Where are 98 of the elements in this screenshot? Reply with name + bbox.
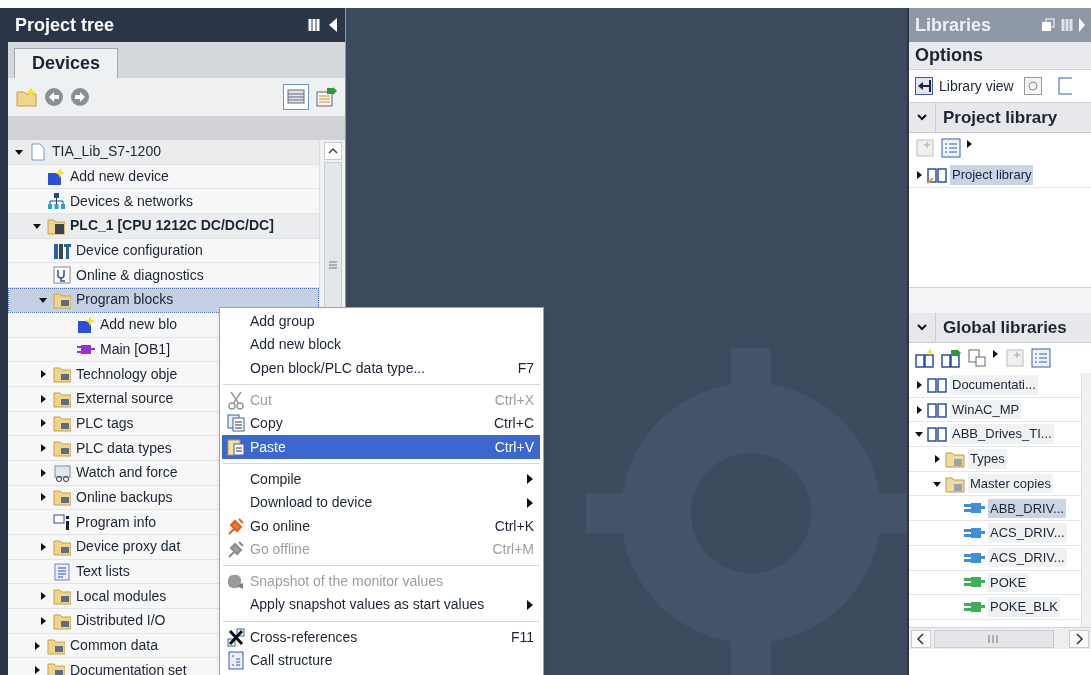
menu-item[interactable]: Copy Ctrl+C — [222, 412, 540, 436]
collapse-left-icon — [328, 17, 338, 33]
tree-item[interactable]: Device proxy dat — [76, 536, 181, 558]
folder-icon — [53, 414, 71, 433]
book-arrow-icon — [941, 348, 961, 368]
list-view-icon — [1031, 348, 1051, 368]
columns-icon — [308, 18, 320, 32]
folder-icon — [47, 636, 65, 655]
tree-item[interactable]: Add new blo — [100, 314, 178, 336]
menu-item[interactable]: Compile — [222, 467, 540, 492]
book-icon — [927, 425, 947, 444]
tree-item[interactable]: ACS_DRIV... — [988, 523, 1067, 543]
clipboard-icon — [227, 437, 245, 457]
table-view-icon — [283, 84, 309, 110]
menu-item[interactable]: Download to device — [222, 491, 540, 515]
new-library-icon — [1005, 348, 1025, 368]
folder-icon — [945, 474, 965, 493]
menu-item[interactable]: Add group — [222, 310, 540, 334]
document-icon — [29, 142, 47, 161]
block-sparkle-icon — [47, 167, 65, 186]
tree-item[interactable]: WinAC_MP — [950, 399, 1022, 420]
folder-icon — [53, 365, 71, 384]
menu-item[interactable]: Open block/PLC data type... F7 — [222, 356, 540, 380]
book-icon — [927, 165, 947, 184]
panel-icon — [1057, 77, 1072, 95]
stethoscope-icon — [53, 266, 71, 285]
new-library-icon — [915, 138, 935, 158]
book-icon — [927, 400, 947, 419]
menu-item[interactable]: Call structure — [222, 648, 540, 673]
call-structure-icon — [227, 651, 245, 670]
tree-item[interactable]: Master copies — [968, 473, 1053, 494]
section-header[interactable]: Global libraries — [909, 313, 1091, 343]
tree-item[interactable]: Main [OB1] — [100, 338, 171, 360]
panel-title: Project tree — [15, 13, 115, 37]
tree-item[interactable]: ACS_DRIV... — [988, 547, 1067, 568]
tree-item[interactable]: PLC data types — [76, 437, 172, 459]
arrow-left-box-icon — [915, 77, 933, 95]
grip-icon — [934, 629, 1054, 648]
tree-item[interactable]: POKE — [988, 572, 1029, 593]
menu-item[interactable]: Cross-references F11 — [222, 625, 540, 649]
folder-icon — [53, 488, 71, 507]
list-view-icon — [941, 138, 961, 158]
folder-icon — [53, 290, 71, 309]
tree-item[interactable]: ABB_Drives_TI... — [950, 424, 1054, 444]
plug-icon — [227, 516, 245, 536]
tree-row[interactable]: Program blocks — [8, 288, 319, 313]
menu-item[interactable]: Paste Ctrl+V — [222, 435, 540, 459]
scrollbar[interactable] — [1081, 373, 1091, 627]
scrollbar[interactable] — [909, 627, 1091, 649]
tree-item[interactable]: POKE_BLK — [988, 597, 1060, 617]
tree-item[interactable]: Text lists — [76, 561, 130, 583]
menu-item[interactable]: Go online Ctrl+K — [222, 514, 540, 538]
copy-icon — [227, 414, 245, 434]
table-export-icon — [315, 86, 337, 108]
tree-item[interactable]: PLC tags — [76, 412, 134, 434]
tree-item[interactable]: Technology obje — [76, 363, 178, 385]
folder-icon — [47, 661, 65, 675]
folder-icon — [53, 537, 71, 556]
options-header: Options — [909, 42, 1091, 70]
folder-sparkle-icon — [16, 87, 38, 107]
grip-icon — [327, 261, 338, 269]
expand-right-icon — [1079, 17, 1085, 33]
columns-icon — [1061, 18, 1073, 32]
section-header[interactable]: Project library — [909, 103, 1091, 133]
tree-item[interactable]: External source — [76, 388, 174, 410]
library-view-button[interactable]: Library view — [915, 75, 1014, 97]
book-sparkle-icon — [915, 348, 935, 368]
info-icon — [53, 513, 71, 532]
block-sparkle-icon — [77, 315, 95, 334]
tree-item[interactable]: Online backups — [76, 486, 173, 508]
book-icon — [927, 375, 947, 394]
device-wrench-icon — [53, 241, 71, 260]
tree-item[interactable]: Program info — [76, 511, 157, 533]
text-list-icon — [53, 562, 71, 581]
tree-item[interactable]: Types — [968, 449, 1007, 469]
devices-tab[interactable]: Devices — [14, 48, 119, 78]
glasses-table-icon — [53, 463, 71, 482]
folder-icon — [53, 439, 71, 458]
menu-arrow-icon — [967, 139, 973, 149]
splitter-bar[interactable] — [909, 287, 1091, 313]
network-icon — [47, 192, 65, 211]
menu-item[interactable]: Apply snapshot values as start values — [222, 593, 540, 617]
menu-arrow-icon — [993, 349, 999, 359]
scroll-left-icon — [911, 629, 931, 648]
menu-item[interactable]: Add new block — [222, 333, 540, 357]
tree-item[interactable]: Project library — [950, 165, 1034, 185]
folder-icon — [53, 611, 71, 630]
tree-item[interactable]: ABB_DRIV... — [988, 498, 1066, 519]
folder-icon — [53, 389, 71, 408]
scissors-icon — [227, 391, 245, 411]
folder-icon — [945, 449, 965, 468]
tree-item[interactable]: Documentati... — [950, 375, 1038, 395]
folder-icon — [53, 587, 71, 606]
cross-reference-icon — [227, 627, 245, 647]
panel-title: Libraries — [915, 13, 992, 37]
folder-device-icon — [47, 216, 65, 235]
float-window-icon — [1041, 18, 1055, 32]
plug-icon — [227, 539, 245, 559]
